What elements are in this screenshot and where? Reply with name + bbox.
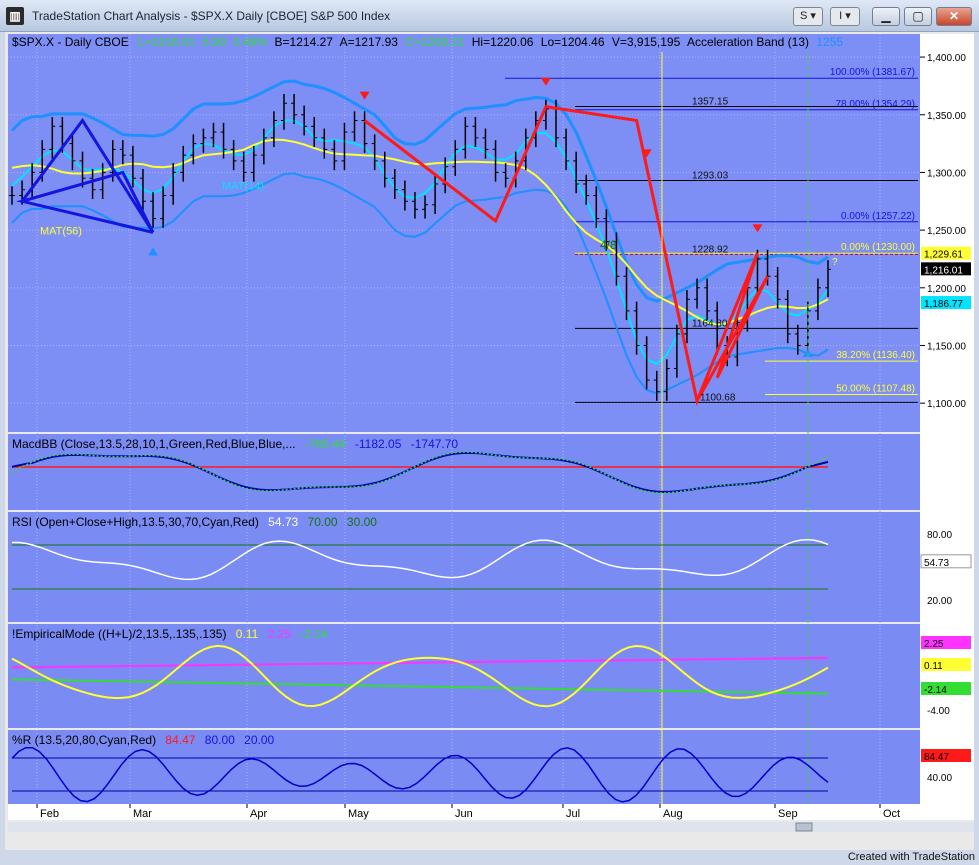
low-value: Lo=1204.46 (541, 35, 605, 49)
high-value: Hi=1220.06 (472, 35, 534, 49)
percent-r-value-2: 80.00 (205, 733, 235, 747)
horizontal-scrollbar[interactable] (8, 822, 974, 832)
rsi-tick-label: 80.00 (927, 530, 952, 541)
price-tick-label: 1,350.00 (927, 111, 966, 122)
price-tag-label: 1,186.77 (924, 299, 963, 310)
fib-level-label: 78.00% (1354.29) (835, 99, 915, 110)
emd-label: !EmpiricalMode ((H+L)/2,13.5,.135,.135) (12, 627, 226, 641)
macd-header: MacdBB (Close,13.5,28,10,1,Green,Red,Blu… (12, 437, 458, 451)
price-tick-label: 1,100.00 (927, 399, 966, 410)
change-value: 5.90 (202, 35, 226, 49)
percent-r-value-3: 20.00 (244, 733, 274, 747)
price-annotation: 4/8 (600, 238, 617, 252)
fib-level-label: 38.20% (1136.40) (836, 350, 915, 361)
percent-r-label: %R (13.5,20,80,Cyan,Red) (12, 733, 156, 747)
rsi-value-3: 30.00 (347, 515, 377, 529)
chart-app-icon: ▥ (6, 7, 24, 25)
indicator-menu-button[interactable]: I ▾ (830, 7, 860, 26)
price-panel (8, 34, 920, 432)
macd-value-3: -1747.70 (411, 437, 459, 451)
price-annotation: 1164.80 (692, 318, 728, 329)
emd-value-3: -2.14 (300, 627, 328, 641)
study-name: Acceleration Band (13) (687, 35, 809, 49)
volume-value: V=3,915,195 (612, 35, 681, 49)
emd-tag-label: -2.14 (924, 685, 947, 696)
price-tick-label: 1,200.00 (927, 284, 966, 295)
fib-level-label: 0.00% (1257.22) (841, 211, 915, 222)
ma-label: MAT(56) (40, 226, 82, 238)
percent-r-tag-label: 84.47 (924, 752, 949, 763)
macd-value-1: -765.44 (305, 437, 346, 451)
time-tick-label: Jun (455, 808, 473, 820)
fib-level-label: 0.00% (1230.00) (841, 242, 915, 253)
maximize-button[interactable]: ▢ (904, 7, 932, 26)
price-tag-label: 1,229.61 (924, 250, 963, 261)
emd-header: !EmpiricalMode ((H+L)/2,13.5,.135,.135) … (12, 627, 328, 641)
rsi-value-2: 70.00 (308, 515, 338, 529)
emd-value-1: 0.11 (236, 627, 259, 641)
time-tick-label: Mar (133, 808, 152, 820)
emd-tick-label: -4.00 (927, 706, 950, 717)
macd-value-2: -1182.05 (355, 437, 402, 451)
minimize-button[interactable]: ▁ (872, 7, 900, 26)
price-annotation: 1100.68 (700, 392, 736, 403)
time-tick-label: Apr (250, 808, 267, 820)
time-tick-label: Jul (566, 808, 580, 820)
price-tick-label: 1,150.00 (927, 341, 966, 352)
ask-value: A=1217.93 (340, 35, 399, 49)
macd-label: MacdBB (Close,13.5,28,10,1,Green,Red,Blu… (12, 437, 296, 451)
time-tick-label: Oct (883, 808, 900, 820)
study-value: 1255 (816, 35, 843, 49)
time-tick-label: Sep (778, 808, 798, 820)
price-annotation: 1228.92 (692, 244, 729, 255)
percent-r-value-1: 84.47 (165, 733, 195, 747)
bid-value: B=1214.27 (275, 35, 334, 49)
price-tick-label: 1,300.00 (927, 168, 966, 179)
price-tag-label: 1,216.01 (924, 265, 963, 276)
maximize-icon: ▢ (912, 9, 924, 23)
symbol-menu-button[interactable]: S ▾ (793, 7, 823, 26)
scrollbar-thumb[interactable] (795, 822, 813, 832)
close-icon: ✕ (948, 9, 960, 23)
price-annotation: 1357.15 (692, 97, 729, 108)
window-title: TradeStation Chart Analysis - $SPX.X Dai… (32, 9, 391, 23)
fib-level-label: 50.00% (1107.48) (836, 384, 915, 395)
title-bar: ▥ TradeStation Chart Analysis - $SPX.X D… (0, 0, 979, 32)
change-percent: 0.49% (233, 35, 267, 49)
time-scale[interactable] (8, 804, 974, 820)
fib-level-label: 100.00% (1381.67) (830, 67, 915, 78)
price-annotation: ? (832, 257, 838, 268)
rsi-value-1: 54.73 (268, 515, 298, 529)
rsi-header: RSI (Open+Close+High,13.5,30,70,Cyan,Red… (12, 515, 377, 529)
rsi-tick-label: 20.00 (927, 596, 952, 607)
price-annotation: 1293.03 (692, 170, 729, 181)
close-value: C=1209.21 (405, 35, 464, 49)
time-tick-label: May (348, 808, 369, 820)
symbol-title: $SPX.X - Daily CBOE (12, 35, 129, 49)
last-price: L=1216.01 (138, 35, 195, 49)
status-credit: Created with TradeStation (847, 851, 975, 863)
price-tick-label: 1,400.00 (927, 53, 966, 64)
time-tick-label: Feb (40, 808, 59, 820)
close-button[interactable]: ✕ (936, 7, 972, 26)
emd-tag-label: 2.25 (924, 639, 944, 650)
ma-label: MAT(14) (222, 181, 264, 193)
chart-area[interactable]: 100.00% (1381.67) 78.00% (1354.29) 0.00% (… (0, 32, 979, 865)
minimize-icon: ▁ (881, 9, 891, 23)
price-tick-label: 1,250.00 (927, 226, 966, 237)
rsi-tag-label: 54.73 (924, 558, 949, 569)
percent-r-header: %R (13.5,20,80,Cyan,Red) 84.47 80.00 20.… (12, 733, 275, 747)
percent-r-tick-label: 40.00 (927, 773, 952, 784)
rsi-label: RSI (Open+Close+High,13.5,30,70,Cyan,Red… (12, 515, 259, 529)
emd-value-2: 2.25 (268, 627, 292, 641)
time-tick-label: Aug (663, 808, 683, 820)
emd-tag-label: 0.11 (924, 661, 943, 672)
